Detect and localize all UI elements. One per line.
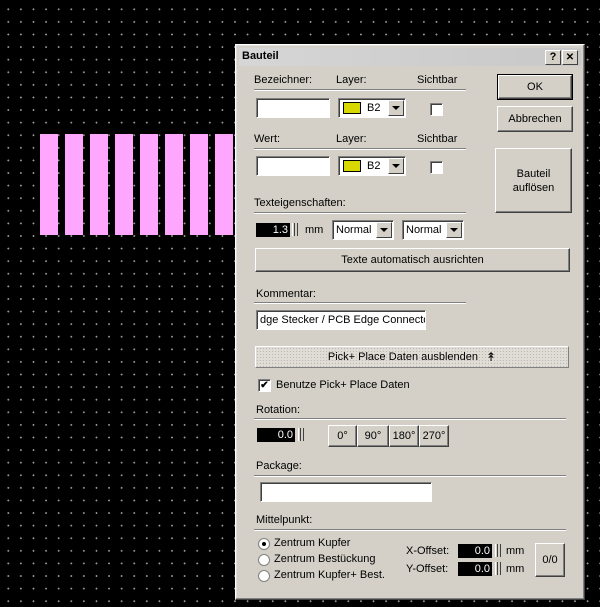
layer-color-swatch [343,102,361,114]
pcb-pad[interactable] [65,134,83,235]
hide-pickplace-label: Pick+ Place Daten ausblenden [327,351,479,363]
radio-center-copper-label: Zentrum Kupfer [274,537,351,549]
dissolve-label-line1: Bauteil [516,167,551,180]
y-offset-label: Y-Offset: [406,563,449,575]
wert-sichtbar-label: Sichtbar [417,133,458,145]
rotation-180-button[interactable]: 180° [389,425,419,447]
text-style-value-1: Normal [336,224,372,236]
separator [254,475,566,477]
center-point-label: Mittelpunkt: [256,514,313,526]
rotation-270-button[interactable]: 270° [419,425,449,447]
dissolve-label-line2: auflösen [512,181,555,194]
text-style-value-2: Normal [406,224,442,236]
pcb-pad[interactable] [115,134,133,235]
separator [254,302,466,304]
chevron-down-icon[interactable] [388,100,404,116]
x-offset-input[interactable]: 0.0 [458,544,492,558]
wert-input[interactable] [256,156,330,176]
comment-label: Kommentar: [256,288,316,300]
radio-center-assembly[interactable] [258,554,270,566]
reset-offset-button[interactable]: 0/0 [535,543,565,577]
radio-center-copper-assembly-label: Zentrum Kupfer+ Best. [274,569,385,581]
y-offset-input[interactable]: 0.0 [458,562,492,576]
chevron-down-icon[interactable] [376,222,392,238]
x-offset-spinner[interactable] [495,544,501,557]
x-offset-label: X-Offset: [406,545,450,557]
package-input[interactable] [260,482,432,502]
bezeichner-sichtbar-checkbox[interactable] [430,103,443,116]
text-size-input[interactable]: 1.3 [256,223,290,237]
y-offset-unit: mm [506,563,525,575]
bezeichner-input[interactable] [256,98,330,118]
pcb-pad[interactable] [40,134,58,235]
rotation-spinner[interactable] [298,428,304,441]
close-button[interactable]: ✕ [562,50,578,65]
bezeichner-label: Bezeichner: [254,74,313,86]
arrow-up-icon: ↟ [486,350,497,364]
separator [254,148,466,150]
cancel-button[interactable]: Abbrechen [497,106,573,132]
separator [254,212,466,214]
separator [254,89,466,91]
rotation-0-button[interactable]: 0° [328,425,357,447]
wert-sichtbar-checkbox[interactable] [430,161,443,174]
separator [254,529,566,531]
wert-layer-value: B2 [367,160,381,172]
title-bar[interactable]: Bauteil ? ✕ [239,48,581,66]
package-label: Package: [256,460,302,472]
hide-pickplace-button[interactable]: Pick+ Place Daten ausblenden ↟ [255,346,569,368]
rotation-input[interactable]: 0.0 [257,428,295,442]
layer-color-swatch [343,160,361,172]
text-size-unit: mm [305,224,324,236]
radio-center-copper[interactable] [258,538,270,550]
rotation-90-button[interactable]: 90° [357,425,389,447]
text-style-select-1[interactable]: Normal [332,220,394,240]
ok-button[interactable]: OK [497,74,573,100]
help-button[interactable]: ? [545,50,561,65]
pcb-pad[interactable] [190,134,208,235]
pcb-pad[interactable] [140,134,158,235]
bezeichner-layer-select[interactable]: B2 [338,98,406,118]
comment-value: dge Stecker / PCB Edge Connector [260,314,426,326]
text-size-spinner[interactable] [292,223,298,236]
pcb-pad[interactable] [215,134,233,235]
radio-center-assembly-label: Zentrum Bestückung [274,553,376,565]
text-properties-label: Texteigenschaften: [254,197,346,209]
radio-center-copper-assembly[interactable] [258,570,270,582]
comment-input[interactable]: dge Stecker / PCB Edge Connector [256,310,426,330]
bezeichner-layer-value: B2 [367,102,381,114]
bezeichner-layer-label: Layer: [336,74,367,86]
wert-layer-select[interactable]: B2 [338,156,406,176]
bauteil-dialog: Bauteil ? ✕ Bezeichner: Layer: Sichtbar … [235,44,585,600]
separator [254,418,566,420]
chevron-down-icon[interactable] [388,158,404,174]
x-offset-unit: mm [506,545,525,557]
use-pickplace-checkbox[interactable]: ✔ [258,379,271,392]
use-pickplace-label: Benutze Pick+ Place Daten [276,379,410,391]
y-offset-spinner[interactable] [495,562,501,575]
rotation-label: Rotation: [256,404,301,416]
window-title: Bauteil [242,50,279,62]
text-style-select-2[interactable]: Normal [402,220,464,240]
pcb-pad[interactable] [90,134,108,235]
bezeichner-sichtbar-label: Sichtbar [417,74,458,86]
chevron-down-icon[interactable] [446,222,462,238]
auto-align-text-button[interactable]: Texte automatisch ausrichten [255,248,570,272]
pcb-pad[interactable] [165,134,183,235]
wert-label: Wert: [254,133,281,145]
wert-layer-label: Layer: [336,133,367,145]
dissolve-component-button[interactable]: Bauteil auflösen [495,148,572,213]
